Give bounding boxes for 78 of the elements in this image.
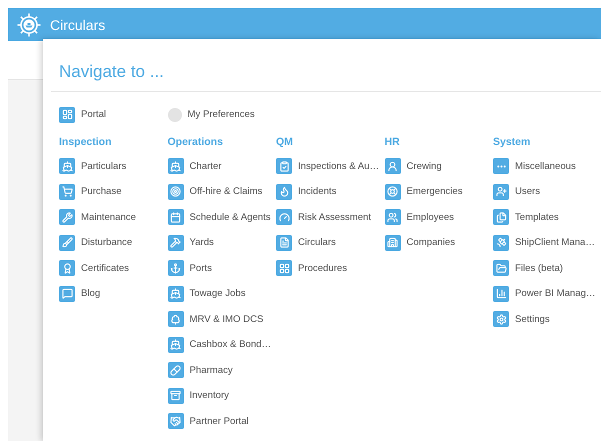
nav-link[interactable]: Inventory [168, 383, 229, 408]
target-icon [168, 184, 184, 200]
nav-link[interactable]: Charter [168, 154, 222, 179]
nav-link[interactable]: Disturbance [59, 230, 132, 256]
dashboard-icon [59, 106, 75, 123]
pill-icon [168, 362, 184, 378]
grid-icon [276, 260, 292, 276]
archive-icon [168, 388, 184, 404]
folder-icon [493, 260, 509, 276]
nav-link[interactable]: Certificates [59, 256, 129, 281]
panel-title: Navigate to ... [58, 61, 164, 83]
nav-link[interactable]: My Preferences [168, 102, 255, 128]
building-icon [384, 234, 400, 251]
nav-link[interactable]: Schedule & Agents [168, 204, 271, 230]
chart-icon [493, 286, 509, 302]
nav-link[interactable]: Risk Assessment [276, 204, 372, 230]
nav-link[interactable]: Procedures [276, 256, 348, 281]
chat-icon [59, 286, 75, 302]
award-icon [59, 260, 75, 276]
nav-link[interactable]: Partner Portal [168, 408, 249, 434]
nav-link[interactable]: Miscellaneous [493, 154, 576, 179]
document-icon [276, 234, 292, 251]
ship-icon [59, 158, 75, 174]
brush-icon [59, 234, 75, 251]
cart-icon [59, 184, 75, 200]
helm-logo [17, 12, 41, 36]
nav-link[interactable]: Templates [493, 204, 559, 230]
section-heading: Inspection [59, 136, 112, 150]
clipboard-icon [276, 158, 292, 174]
user-add-icon [493, 184, 509, 200]
person-icon [384, 158, 400, 174]
nav-link[interactable]: Companies [384, 230, 456, 256]
hammer-icon [168, 234, 184, 251]
nav-link[interactable]: Cashbox & Bond… [168, 332, 272, 358]
wrench-icon [59, 209, 75, 226]
nav-link[interactable]: ShipClient Mana… [493, 230, 595, 256]
flame-icon [276, 184, 292, 200]
section-heading: Operations [168, 136, 223, 150]
nav-link[interactable]: Towage Jobs [168, 281, 246, 306]
people-icon [384, 209, 400, 226]
ship-icon [168, 336, 184, 353]
nav-link[interactable]: Settings [493, 306, 550, 332]
nav-link[interactable]: Maintenance [59, 204, 136, 230]
settings-icon [493, 311, 509, 328]
nav-link[interactable]: Power BI Manag… [493, 281, 596, 306]
nav-link[interactable]: Files (beta) [493, 256, 563, 281]
nav-link[interactable]: Ports [168, 256, 212, 281]
nav-link[interactable]: Emergencies [384, 179, 462, 204]
lifebuoy-icon [384, 184, 400, 200]
tree-icon [168, 311, 184, 328]
nav-link[interactable]: Circulars [276, 230, 336, 256]
nav-link[interactable]: Crewing [384, 154, 442, 179]
nav-link[interactable]: MRV & IMO DCS [168, 306, 264, 332]
nav-link[interactable]: Particulars [59, 154, 126, 179]
nav-link[interactable]: Portal [59, 102, 106, 128]
nav-link[interactable]: Employees [384, 204, 454, 230]
handshake-icon [168, 413, 184, 430]
nav-link[interactable]: Pharmacy [168, 358, 233, 383]
section-heading: System [493, 136, 530, 150]
calendar-icon [168, 209, 184, 226]
nav-link[interactable]: Purchase [59, 179, 122, 204]
app-title: Circulars [50, 16, 106, 32]
nav-link[interactable]: Inspections & Au… [276, 154, 380, 179]
ship-icon [168, 158, 184, 174]
files-icon [493, 209, 509, 226]
section-heading: QM [276, 136, 293, 150]
nav-link[interactable]: Incidents [276, 179, 336, 204]
avatar-icon [168, 108, 182, 122]
anchor-icon [168, 260, 184, 276]
section-heading: HR [384, 136, 400, 150]
nav-link[interactable]: Off-hire & Claims [168, 179, 262, 204]
nav-link[interactable]: Yards [168, 230, 214, 256]
ship-icon [168, 286, 184, 302]
dots-icon [493, 158, 509, 174]
satellite-icon [493, 234, 509, 251]
nav-link[interactable]: Blog [59, 281, 100, 306]
nav-link[interactable]: Users [493, 179, 540, 204]
gauge-icon [276, 209, 292, 226]
